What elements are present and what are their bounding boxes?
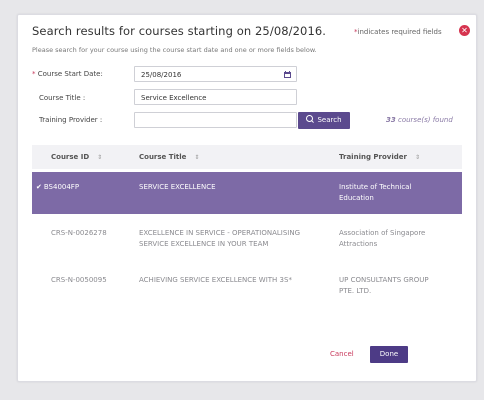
provider-line-2: Education bbox=[339, 194, 374, 202]
start-date-field[interactable]: 25/08/2016 bbox=[134, 66, 297, 82]
course-id-header-label: Course ID bbox=[51, 153, 90, 161]
provider-line-2: Attractions bbox=[339, 240, 378, 248]
results-count-suffix: course(s) found bbox=[397, 116, 453, 124]
start-date-label-text: Course Start Date: bbox=[37, 70, 103, 78]
search-button[interactable]: Search bbox=[298, 112, 350, 129]
course-title-cell: SERVICE EXCELLENCE bbox=[139, 183, 216, 191]
dialog-title: Search results for courses starting on 2… bbox=[32, 24, 327, 38]
training-provider-header-label: Training Provider bbox=[339, 153, 407, 161]
search-button-label: Search bbox=[317, 116, 342, 124]
table-row[interactable]: CRS-N-0026278 EXCELLENCE IN SERVICE - OP… bbox=[32, 220, 462, 262]
course-title-cell: ACHIEVING SERVICE EXCELLENCE WITH 3S* bbox=[139, 276, 292, 284]
check-icon: ✔ bbox=[36, 183, 42, 191]
training-provider-input[interactable] bbox=[134, 112, 297, 128]
course-title-header-label: Course Title bbox=[139, 153, 187, 161]
screen-background: Search results for courses starting on 2… bbox=[0, 0, 484, 400]
training-provider-cell: UP CONSULTANTS GROUP PTE. LTD. bbox=[339, 275, 429, 297]
sort-icon[interactable]: ⇕ bbox=[415, 154, 420, 161]
provider-line-1: UP CONSULTANTS GROUP bbox=[339, 276, 429, 284]
course-title-value: Service Excellence bbox=[141, 94, 207, 102]
results-count-number: 33 bbox=[386, 116, 396, 124]
course-id: BS4004FP bbox=[43, 183, 80, 191]
calendar-icon[interactable] bbox=[284, 71, 291, 78]
course-id-cell: CRS-N-0050095 bbox=[51, 276, 107, 284]
column-header-course-id[interactable]: Course ID ⇕ bbox=[51, 153, 102, 161]
close-icon[interactable]: ✕ bbox=[459, 25, 470, 36]
required-note-text: indicates required fields bbox=[357, 28, 442, 36]
table-row[interactable]: CRS-N-0050095 ACHIEVING SERVICE EXCELLEN… bbox=[32, 269, 462, 311]
course-id-cell: CRS-N-0026278 bbox=[51, 229, 107, 237]
start-date-required-star: * bbox=[32, 70, 36, 78]
column-header-course-title[interactable]: Course Title ⇕ bbox=[139, 153, 199, 161]
course-title-label: Course Title : bbox=[39, 94, 86, 102]
course-id-cell: ✔ BS4004FP bbox=[36, 182, 79, 193]
course-title-line-1: EXCELLENCE IN SERVICE - OPERATIONALISING bbox=[139, 229, 301, 237]
start-date-label: * Course Start Date: bbox=[32, 70, 103, 78]
course-title-cell: EXCELLENCE IN SERVICE - OPERATIONALISING… bbox=[139, 228, 300, 250]
sort-icon[interactable]: ⇕ bbox=[194, 154, 199, 161]
sort-icon[interactable]: ⇕ bbox=[97, 154, 102, 161]
course-title-input[interactable]: Service Excellence bbox=[134, 89, 297, 105]
provider-line-1: Institute of Technical bbox=[339, 183, 412, 191]
search-hint: Please search for your course using the … bbox=[32, 46, 317, 54]
column-header-training-provider[interactable]: Training Provider ⇕ bbox=[339, 153, 420, 161]
start-date-value: 25/08/2016 bbox=[141, 71, 182, 79]
required-fields-note: *indicates required fields bbox=[354, 28, 442, 36]
cancel-button[interactable]: Cancel bbox=[330, 350, 354, 358]
provider-line-1: Association of Singapore bbox=[339, 229, 426, 237]
results-table-header: Course ID ⇕ Course Title ⇕ Training Provid… bbox=[32, 145, 462, 169]
training-provider-cell: Association of Singapore Attractions bbox=[339, 228, 425, 250]
results-count: 33 course(s) found bbox=[386, 116, 453, 124]
table-row[interactable]: ✔ BS4004FP SERVICE EXCELLENCE Institute o… bbox=[32, 172, 462, 214]
training-provider-label: Training Provider : bbox=[39, 116, 103, 124]
training-provider-cell: Institute of Technical Education bbox=[339, 182, 411, 204]
search-icon bbox=[306, 115, 314, 122]
course-title-line-2: SERVICE EXCELLENCE IN YOUR TEAM bbox=[139, 240, 269, 248]
course-search-dialog: Search results for courses starting on 2… bbox=[17, 14, 477, 382]
done-button[interactable]: Done bbox=[370, 346, 408, 363]
provider-line-2: PTE. LTD. bbox=[339, 287, 372, 295]
